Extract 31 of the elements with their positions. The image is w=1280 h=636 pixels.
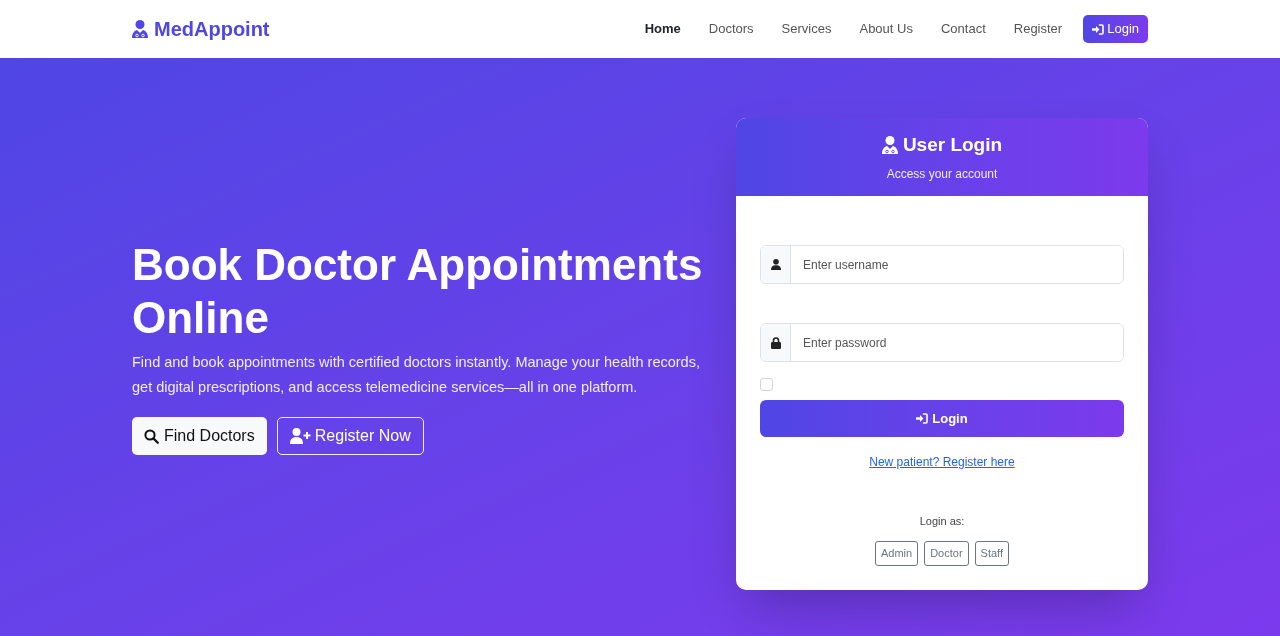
doctor-icon: [132, 19, 148, 39]
user-icon: [770, 259, 781, 270]
nav-link[interactable]: Doctors: [708, 19, 754, 39]
password-field[interactable]: Enter password: [760, 323, 1124, 362]
nav-link[interactable]: Services: [781, 19, 832, 39]
register-now-button[interactable]: Register Now: [276, 417, 424, 455]
nav-link[interactable]: Home: [644, 19, 681, 39]
sign-in-icon: [916, 413, 929, 424]
nav-link[interactable]: About Us: [859, 19, 913, 39]
card-subtitle: Access your account: [886, 166, 998, 184]
sign-in-icon: [1092, 23, 1105, 35]
nav-link[interactable]: Contact: [940, 19, 986, 39]
brand-name[interactable]: MedAppoint: [154, 14, 270, 44]
nav-link[interactable]: Register: [1013, 19, 1063, 39]
login-submit-button[interactable]: Login: [760, 400, 1124, 437]
role-button[interactable]: Staff: [974, 540, 1009, 566]
hero-description: Find and book appointments with certified doctors instantly. Manage your health records, get digital prescriptions, and access telemedicine services—all in one platform.: [132, 353, 701, 397]
login-button[interactable]: Login: [1083, 15, 1148, 43]
search-icon: [144, 428, 159, 444]
role-button[interactable]: Admin: [875, 540, 919, 566]
register-link[interactable]: New patient? Register here: [869, 453, 1015, 471]
user-plus-icon: [289, 428, 311, 444]
username-field[interactable]: Enter username: [760, 245, 1124, 284]
hero-heading: Book Doctor Appointments Online: [132, 239, 704, 344]
lock-icon: [770, 336, 781, 349]
card-title: User Login: [902, 132, 1003, 157]
role-button[interactable]: Doctor: [924, 540, 969, 566]
find-doctors-button[interactable]: Find Doctors: [132, 417, 267, 455]
remember-checkbox[interactable]: [760, 378, 773, 391]
login-as-label: Login as:: [919, 514, 965, 529]
doctor-icon: [881, 135, 898, 155]
